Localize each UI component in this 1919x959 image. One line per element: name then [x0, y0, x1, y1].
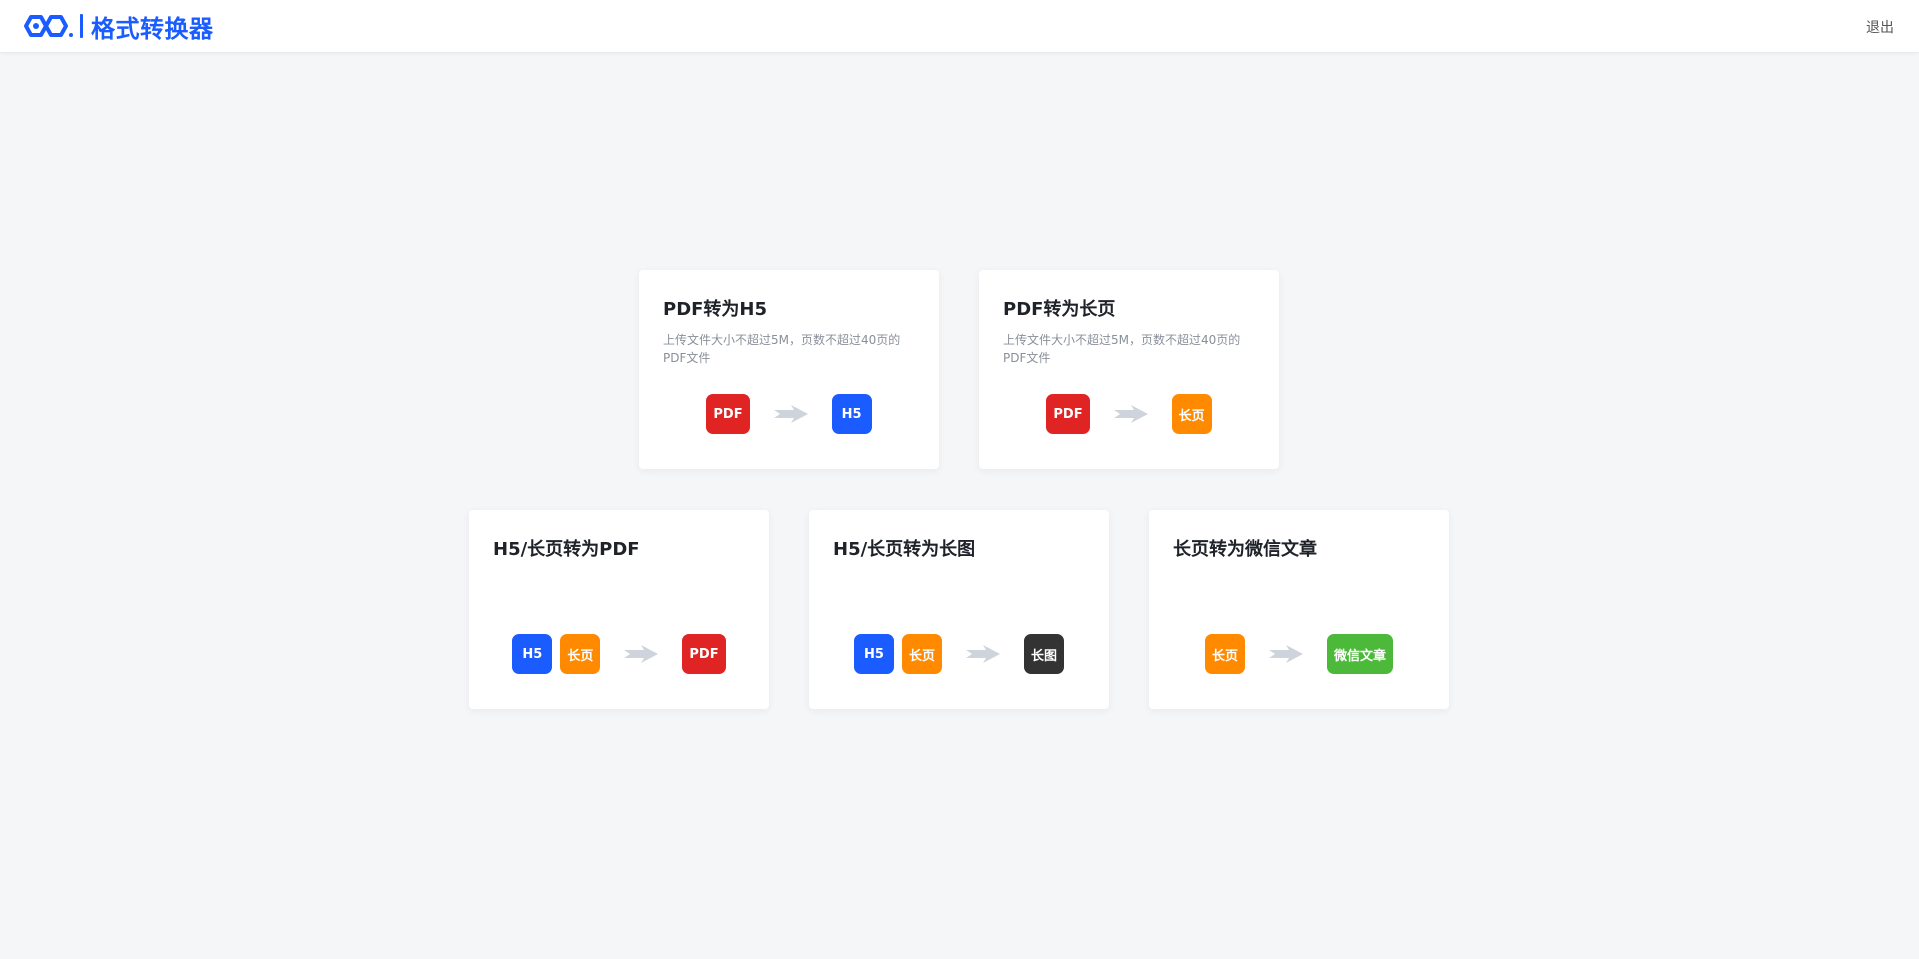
format-badge-long-page: 长页 [1171, 394, 1212, 434]
arrow-right-icon [1269, 645, 1303, 663]
card-title: H5/长页转为长图 [833, 539, 976, 560]
card-h5-long-page-to-long-image[interactable]: H5/长页转为长图 H5 长页 长图 [809, 510, 1109, 709]
top-header: 格式转换器 退出 [0, 0, 1919, 53]
format-badge-h5: H5 [853, 634, 894, 674]
card-long-page-to-wechat-article[interactable]: 长页转为微信文章 长页 微信文章 [1149, 510, 1449, 709]
format-badge-pdf: PDF [706, 394, 750, 434]
app-logo[interactable]: 格式转换器 [22, 10, 214, 43]
format-badge-long-page: 长页 [1204, 634, 1245, 674]
arrow-right-icon [624, 645, 659, 663]
link-chain-icon [24, 15, 73, 37]
card-title: PDF转为H5 [663, 299, 768, 320]
arrow-right-icon [1113, 405, 1148, 423]
card-title: H5/长页转为PDF [493, 539, 640, 560]
arrow-right-icon [773, 405, 808, 423]
card-title: PDF转为长页 [1003, 299, 1116, 320]
conversion-flow: H5 长页 长图 [809, 634, 1109, 674]
conversion-flow: PDF 长页 [979, 394, 1279, 434]
format-badge-long-image: 长图 [1024, 634, 1065, 674]
format-badge-long-page: 长页 [560, 634, 601, 674]
card-description: 上传文件大小不超过5M，页数不超过40页的PDF文件 [663, 333, 901, 365]
card-pdf-to-long-page[interactable]: PDF转为长页 上传文件大小不超过5M，页数不超过40页的PDF文件 PDF 长… [979, 270, 1279, 469]
conversion-flow: PDF H5 [639, 394, 939, 434]
logo-divider [80, 14, 83, 38]
app-title: 格式转换器 [91, 14, 214, 43]
conversion-flow: 长页 微信文章 [1149, 634, 1449, 674]
logout-button[interactable]: 退出 [1866, 17, 1894, 37]
card-pdf-to-h5[interactable]: PDF转为H5 上传文件大小不超过5M，页数不超过40页的PDF文件 PDF H… [639, 270, 939, 469]
format-badge-pdf: PDF [1046, 394, 1090, 434]
card-description: 上传文件大小不超过5M，页数不超过40页的PDF文件 [1003, 333, 1241, 365]
format-badge-h5: H5 [831, 394, 872, 434]
conversion-flow: H5 长页 PDF [469, 634, 769, 674]
format-badge-h5: H5 [512, 634, 553, 674]
card-h5-long-page-to-pdf[interactable]: H5/长页转为PDF H5 长页 PDF [469, 510, 769, 709]
format-badge-pdf: PDF [682, 634, 726, 674]
format-badge-wechat-article: 微信文章 [1327, 634, 1394, 674]
format-badge-long-page: 长页 [901, 634, 942, 674]
arrow-right-icon [966, 645, 1000, 663]
card-title: 长页转为微信文章 [1173, 539, 1317, 560]
